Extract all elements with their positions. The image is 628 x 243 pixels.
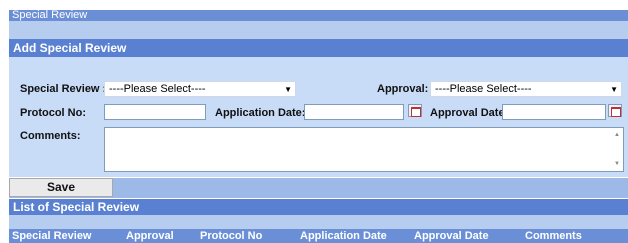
protocol-no-input[interactable] xyxy=(104,104,206,120)
special-review-select[interactable]: ----Please Select---- ▼ xyxy=(104,81,296,97)
comments-label: Comments: xyxy=(20,130,81,142)
column-approval: Approval xyxy=(126,230,174,242)
special-review-selected: ----Please Select---- xyxy=(109,83,206,95)
window-title: Special Review xyxy=(12,9,88,21)
list-spacer xyxy=(9,215,628,229)
add-special-review-header: Add Special Review xyxy=(9,39,628,57)
special-review-label: Special Review : xyxy=(20,83,107,95)
column-protocol-no: Protocol No xyxy=(200,230,263,242)
column-application-date: Application Date xyxy=(300,230,387,242)
column-approval-date: Approval Date xyxy=(414,230,489,242)
scroll-down-icon[interactable]: ▼ xyxy=(614,161,620,167)
list-special-review-header: List of Special Review xyxy=(9,199,628,215)
save-button[interactable]: Save xyxy=(9,178,113,197)
calendar-icon[interactable] xyxy=(608,104,622,117)
application-date-input[interactable] xyxy=(304,104,404,120)
chevron-down-icon: ▼ xyxy=(610,85,618,94)
approval-select[interactable]: ----Please Select---- ▼ xyxy=(430,81,622,97)
calendar-icon[interactable] xyxy=(408,104,422,117)
column-comments: Comments xyxy=(525,230,582,242)
protocol-no-label: Protocol No: xyxy=(20,107,86,119)
scroll-up-icon[interactable]: ▲ xyxy=(614,132,620,138)
approval-date-input[interactable] xyxy=(502,104,606,120)
title-spacer xyxy=(9,21,628,39)
approval-label: Approval: xyxy=(377,83,429,95)
approval-selected: ----Please Select---- xyxy=(435,83,532,95)
application-date-label: Application Date: xyxy=(215,107,306,119)
approval-date-label: Approval Date: xyxy=(430,107,509,119)
comments-textarea[interactable]: ▲ ▼ xyxy=(104,127,624,172)
chevron-down-icon: ▼ xyxy=(284,85,292,94)
column-special-review: Special Review xyxy=(12,230,92,242)
top-title-band xyxy=(9,10,628,21)
